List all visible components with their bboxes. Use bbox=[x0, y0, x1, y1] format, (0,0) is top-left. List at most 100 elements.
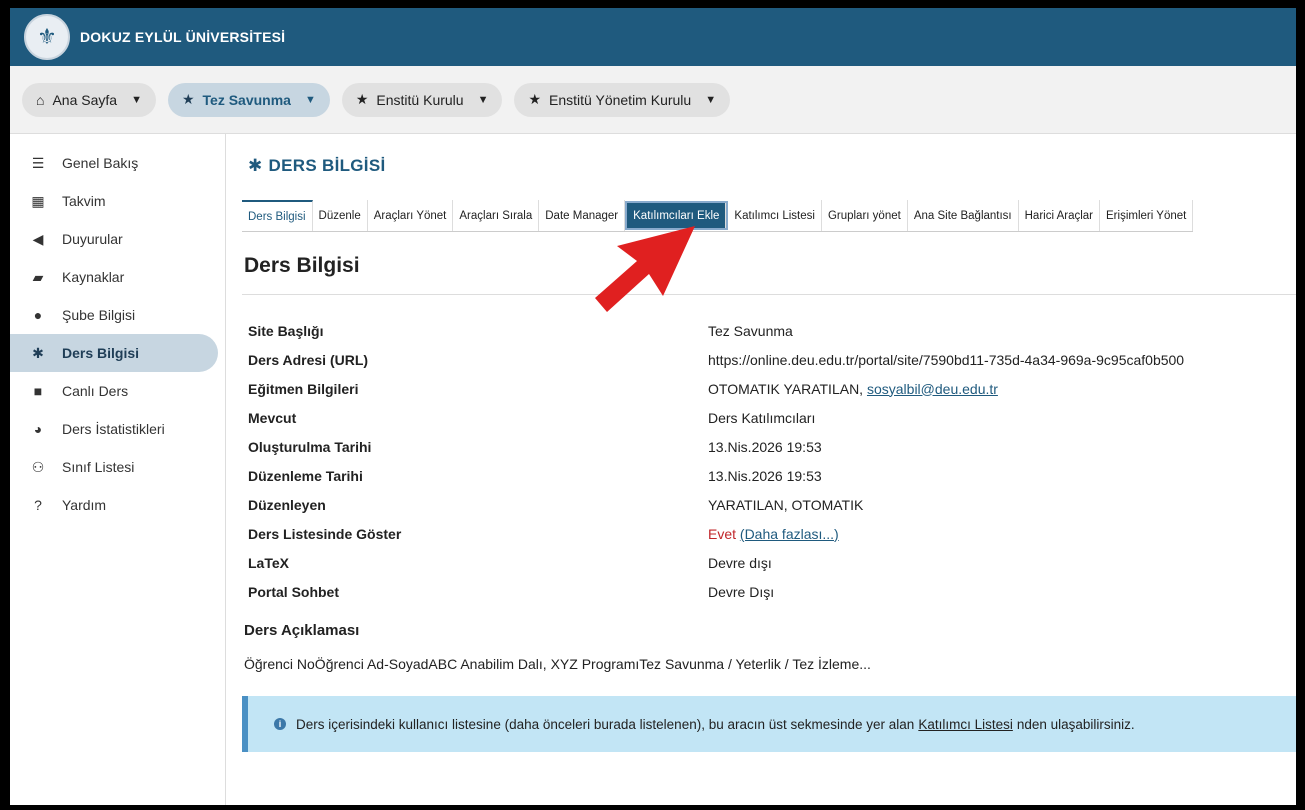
info-label: LaTeX bbox=[248, 554, 289, 571]
gear-icon: ✱ bbox=[32, 344, 44, 361]
gear-icon: ✱ bbox=[248, 156, 263, 175]
site-tab-label: Enstitü Kurulu bbox=[376, 91, 464, 108]
tool-tabs: Ders Bilgisi Düzenle Araçları Yönet Araç… bbox=[242, 200, 1194, 232]
info-icon: i bbox=[274, 718, 286, 730]
info-value: https://online.deu.edu.tr/portal/site/75… bbox=[708, 351, 1185, 368]
sidebar-item-kaynaklar[interactable]: ▰ Kaynaklar bbox=[10, 258, 225, 296]
instructor-email-link[interactable]: sosyalbil@deu.edu.tr bbox=[867, 381, 998, 397]
info-row-portal-sohbet: Portal Sohbet Devre Dışı bbox=[248, 577, 1296, 606]
info-label: Ders Adresi (URL) bbox=[248, 351, 369, 368]
info-value: Ders Katılımcıları bbox=[708, 409, 816, 426]
info-row-olusturulma-tarihi: Oluşturulma Tarihi 13.Nis.2026 19:53 bbox=[248, 432, 1296, 461]
sidebar-item-yardim[interactable]: ? Yardım bbox=[10, 486, 225, 524]
info-row-ders-adresi: Ders Adresi (URL) https://online.deu.edu… bbox=[248, 345, 1296, 374]
info-row-ders-listesinde-goster: Ders Listesinde Göster Evet (Daha fazlas… bbox=[248, 519, 1296, 548]
site-info-table: Site Başlığı Tez Savunma Ders Adresi (UR… bbox=[248, 316, 1296, 606]
main-content: ✱ DERS BİLGİSİ Ders Bilgisi Düzenle Araçl… bbox=[242, 134, 1296, 805]
top-header: ⚜ DOKUZ EYLÜL ÜNİVERSİTESİ bbox=[10, 8, 1296, 66]
sidebar-item-label: Şube Bilgisi bbox=[62, 307, 136, 323]
sidebar-item-sinif-listesi[interactable]: ⚇ Sınıf Listesi bbox=[10, 448, 225, 486]
info-label: Düzenleyen bbox=[248, 496, 326, 513]
site-navigation: ⌂ Ana Sayfa ▼ ★ Tez Savunma ▼ ★ Enstitü … bbox=[10, 66, 1296, 134]
tab-ders-bilgisi[interactable]: Ders Bilgisi bbox=[242, 200, 313, 231]
info-value: YARATILAN, OTOMATIK bbox=[708, 496, 864, 513]
tab-araclari-sirala[interactable]: Araçları Sırala bbox=[453, 200, 540, 231]
notice-text-before: Ders içerisindeki kullanıcı listesine (d… bbox=[296, 716, 915, 732]
site-tab-label: Enstitü Yönetim Kurulu bbox=[549, 91, 692, 108]
divider bbox=[242, 294, 1296, 295]
users-icon: ⚇ bbox=[31, 458, 45, 475]
info-label: Site Başlığı bbox=[248, 322, 324, 339]
notice-text-after: nden ulaşabilirsiniz. bbox=[1016, 716, 1135, 732]
list-icon: ☰ bbox=[31, 154, 45, 171]
tab-gruplari-yonet[interactable]: Grupları yönet bbox=[822, 200, 908, 231]
pie-chart-icon: ◕ bbox=[33, 421, 43, 437]
info-row-mevcut: Mevcut Ders Katılımcıları bbox=[248, 403, 1296, 432]
tab-harici-araclar[interactable]: Harici Araçlar bbox=[1019, 200, 1101, 231]
annotation-arrow-icon bbox=[595, 226, 695, 312]
sidebar-item-ders-istatistikleri[interactable]: ◕ Ders İstatistikleri bbox=[10, 410, 225, 448]
sidebar-item-canli-ders[interactable]: ■ Canlı Ders bbox=[10, 372, 225, 410]
info-row-latex: LaTeX Devre dışı bbox=[248, 548, 1296, 577]
sidebar-item-label: Ders Bilgisi bbox=[62, 345, 140, 361]
star-icon[interactable]: ★ bbox=[356, 91, 369, 108]
info-label: Oluşturulma Tarihi bbox=[248, 438, 372, 455]
site-tab-tez-savunma[interactable]: ★ Tez Savunma ▼ bbox=[167, 82, 330, 117]
info-label: Düzenleme Tarihi bbox=[248, 467, 363, 484]
participant-list-link[interactable]: Katılımcı Listesi bbox=[918, 717, 1013, 732]
tab-katilimcilari-ekle[interactable]: Katılımcıları Ekle bbox=[625, 201, 729, 230]
sidebar-item-takvim[interactable]: ▦ Takvim bbox=[10, 182, 225, 220]
site-tab-enstitu-yonetim-kurulu[interactable]: ★ Enstitü Yönetim Kurulu ▼ bbox=[514, 82, 731, 117]
description-text: Öğrenci NoÖğrenci Ad-SoyadABC Anabilim D… bbox=[244, 656, 871, 672]
tab-duzenle[interactable]: Düzenle bbox=[313, 200, 368, 231]
info-value: Tez Savunma bbox=[708, 322, 793, 339]
chevron-down-icon[interactable]: ▼ bbox=[705, 94, 716, 106]
star-icon[interactable]: ★ bbox=[182, 91, 195, 108]
status-value: Evet bbox=[708, 525, 737, 542]
content-title: Ders Bilgisi bbox=[244, 254, 360, 277]
page-title-text: DERS BİLGİSİ bbox=[268, 156, 386, 175]
info-value: 13.Nis.2026 19:53 bbox=[708, 438, 822, 455]
sidebar-item-label: Ders İstatistikleri bbox=[62, 421, 165, 437]
info-row-duzenleme-tarihi: Düzenleme Tarihi 13.Nis.2026 19:53 bbox=[248, 461, 1296, 490]
sidebar-item-label: Sınıf Listesi bbox=[62, 459, 135, 475]
sidebar-item-label: Yardım bbox=[62, 497, 107, 513]
sidebar-item-label: Duyurular bbox=[62, 231, 123, 247]
site-tab-label: Tez Savunma bbox=[202, 91, 291, 108]
star-icon[interactable]: ★ bbox=[528, 91, 541, 108]
sidebar-item-ders-bilgisi[interactable]: ✱ Ders Bilgisi bbox=[10, 334, 218, 372]
info-value: Evet (Daha fazlası...) bbox=[708, 526, 839, 542]
folder-icon: ▰ bbox=[32, 268, 44, 285]
chevron-down-icon[interactable]: ▼ bbox=[131, 94, 142, 106]
info-label: Eğitmen Bilgileri bbox=[248, 380, 359, 397]
site-tab-enstitu-kurulu[interactable]: ★ Enstitü Kurulu ▼ bbox=[341, 82, 503, 117]
sidebar-item-sube-bilgisi[interactable]: ● Şube Bilgisi bbox=[10, 296, 225, 334]
sidebar-item-label: Genel Bakış bbox=[62, 155, 139, 171]
tab-erisimleri-yonet[interactable]: Erişimleri Yönet bbox=[1100, 200, 1194, 231]
sidebar-item-label: Kaynaklar bbox=[62, 269, 125, 285]
info-label: Mevcut bbox=[248, 409, 297, 426]
info-value: 13.Nis.2026 19:53 bbox=[708, 467, 822, 484]
chevron-down-icon[interactable]: ▼ bbox=[478, 94, 489, 106]
tool-sidebar: ☰ Genel Bakış ▦ Takvim ◀ Duyurular ▰ Kaynakl… bbox=[10, 134, 226, 805]
university-logo[interactable]: ⚜ bbox=[24, 14, 70, 60]
calendar-icon: ▦ bbox=[31, 192, 45, 209]
university-name[interactable]: DOKUZ EYLÜL ÜNİVERSİTESİ bbox=[80, 29, 285, 45]
sidebar-item-duyurular[interactable]: ◀ Duyurular bbox=[10, 220, 225, 258]
sidebar-item-genel-bakis[interactable]: ☰ Genel Bakış bbox=[10, 144, 225, 182]
info-value: Devre Dışı bbox=[708, 583, 775, 600]
megaphone-icon: ◀ bbox=[32, 230, 44, 247]
tab-araclari-yonet[interactable]: Araçları Yönet bbox=[368, 200, 454, 231]
more-info-link[interactable]: (Daha fazlası...) bbox=[740, 526, 839, 542]
sidebar-item-label: Takvim bbox=[62, 193, 106, 209]
info-value: OTOMATIK YARATILAN, sosyalbil@deu.edu.tr bbox=[708, 381, 998, 397]
sidebar-item-label: Canlı Ders bbox=[62, 383, 129, 399]
notice-box: i Ders içerisindeki kullanıcı listesine … bbox=[242, 696, 1296, 752]
site-tab-ana-sayfa[interactable]: ⌂ Ana Sayfa ▼ bbox=[22, 82, 156, 117]
description-heading: Ders Açıklaması bbox=[244, 622, 360, 639]
tab-katilimci-listesi[interactable]: Katılımcı Listesi bbox=[728, 200, 822, 231]
tab-ana-site-baglantisi[interactable]: Ana Site Bağlantısı bbox=[908, 200, 1019, 231]
page-title: ✱ DERS BİLGİSİ bbox=[248, 156, 386, 176]
info-label: Portal Sohbet bbox=[248, 583, 340, 600]
chevron-down-icon[interactable]: ▼ bbox=[305, 94, 316, 106]
